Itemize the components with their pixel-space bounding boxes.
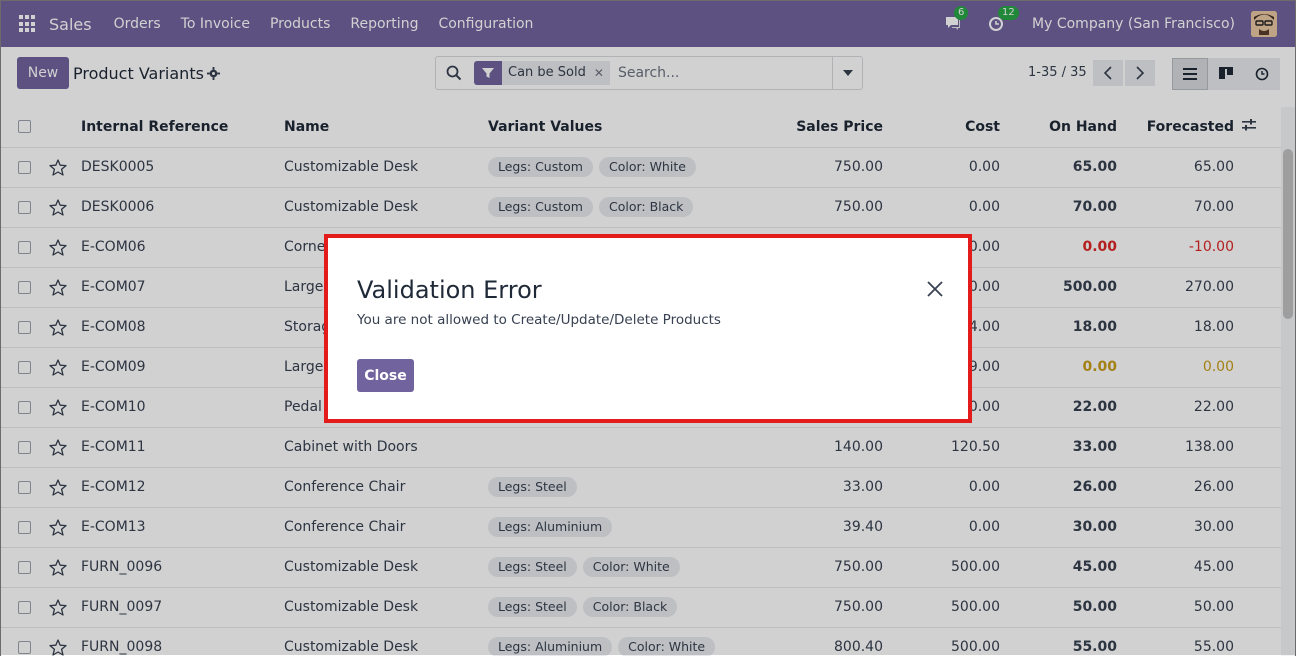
close-icon[interactable] — [926, 280, 944, 298]
dialog-title: Validation Error — [357, 276, 542, 304]
dialog-message: You are not allowed to Create/Update/Del… — [357, 312, 721, 328]
dialog-close-button[interactable]: Close — [357, 359, 414, 392]
validation-error-dialog: Validation Error You are not allowed to … — [324, 234, 972, 423]
